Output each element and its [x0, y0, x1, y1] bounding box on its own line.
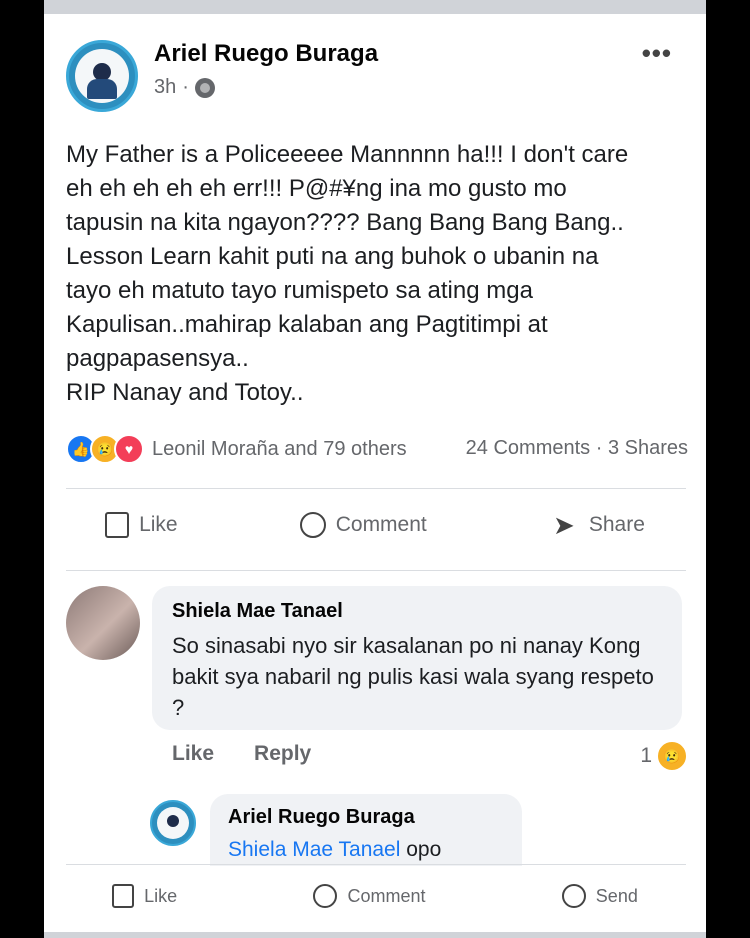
bottom-like-label: Like: [144, 885, 178, 906]
send-label: Send: [595, 885, 638, 906]
globe-icon: [194, 77, 215, 98]
reply-author-avatar[interactable]: [150, 800, 196, 846]
comment-bubble: Shiela Mae Tanael So sinasabi nyo sir ka…: [152, 586, 682, 730]
share-label: Share: [588, 513, 645, 536]
more-icon[interactable]: •••: [642, 38, 672, 69]
love-reaction-icon: ♥: [114, 434, 144, 464]
reactions-text: Leonil Moraña and 79 others: [152, 437, 407, 460]
reaction-summary[interactable]: 👍 😢 ♥ Leonil Moraña and 79 others: [66, 434, 407, 464]
author-avatar[interactable]: [66, 40, 138, 112]
comment-reaction-number: 1: [640, 744, 652, 767]
comment-button[interactable]: Comment: [299, 512, 427, 538]
divider: [66, 570, 686, 571]
post-text-line: Lesson Learn kahit puti na ang buhok o u…: [66, 243, 599, 270]
post-text: My Father is a Policeeeee Mannnnn ha!!! …: [66, 138, 686, 410]
post-text-line: tapusin na kita ngayon???? Bang Bang Ban…: [66, 209, 624, 236]
comment-text: So sinasabi nyo sir kasalanan po ni nana…: [172, 633, 654, 720]
sad-reaction-icon: 😢: [656, 740, 688, 772]
post-text-line: tayo eh matuto tayo rumispeto sa ating m…: [66, 277, 533, 304]
like-label: Like: [139, 513, 178, 536]
reply-bubble: Ariel Ruego Buraga Shiela Mae Tanael opo: [210, 794, 522, 866]
comment-like-button[interactable]: Like: [172, 742, 214, 766]
post-text-line: eh eh eh eh eh err!!! P@#¥ng ina mo gust…: [66, 175, 567, 202]
divider: [66, 488, 686, 489]
like-icon: [112, 884, 135, 908]
comment-label: Comment: [335, 513, 427, 536]
bottom-comment-label: Comment: [347, 885, 426, 906]
commenter-avatar[interactable]: [66, 586, 140, 660]
reply-mention[interactable]: Shiela Mae Tanael: [228, 838, 400, 861]
comment-actions: Like Reply: [172, 742, 311, 766]
post-text-line: My Father is a Policeeeee Mannnnn ha!!! …: [66, 141, 629, 168]
send-icon: [561, 884, 586, 908]
meta-separator: ·: [182, 76, 189, 98]
comment-share-counts[interactable]: 24 Comments · 3 Shares: [466, 437, 688, 460]
reply-author-name[interactable]: Ariel Ruego Buraga: [228, 806, 415, 829]
share-icon: ➤: [552, 510, 575, 540]
post-text-line: Kapulisan..mahirap kalaban ang Pagtitimp…: [66, 311, 548, 338]
post-text-line: RIP Nanay and Totoy..: [66, 379, 304, 406]
top-strip: [44, 0, 706, 14]
comment-icon: [299, 512, 326, 538]
like-button[interactable]: Like: [105, 512, 178, 538]
send-button[interactable]: Send: [561, 884, 638, 908]
divider: [66, 864, 686, 865]
bottom-strip: [44, 932, 706, 938]
like-icon: [105, 512, 130, 538]
post-author-name[interactable]: Ariel Ruego Buraga: [154, 40, 378, 68]
bottom-like-button[interactable]: Like: [112, 884, 177, 908]
comment-icon: [313, 884, 338, 908]
share-button[interactable]: ➤ Share: [549, 512, 645, 538]
post-text-line: pagpapasensya..: [66, 345, 249, 372]
comment-reaction-count[interactable]: 1 😢: [640, 740, 688, 772]
post-meta: 3h ·: [154, 76, 215, 99]
bottom-actions: Like Comment Send: [44, 884, 706, 908]
reply-message: opo: [406, 838, 442, 861]
post-time[interactable]: 3h: [154, 76, 176, 99]
facebook-post-screen: Ariel Ruego Buraga 3h · ••• My Father is…: [44, 0, 706, 938]
post-actions: Like Comment ➤ Share: [44, 512, 706, 538]
comment-author-name[interactable]: Shiela Mae Tanael: [172, 600, 343, 623]
reply-text: Shiela Mae Tanael opo: [228, 838, 441, 862]
comment-reply-button[interactable]: Reply: [254, 742, 311, 766]
bottom-comment-button[interactable]: Comment: [313, 884, 426, 908]
